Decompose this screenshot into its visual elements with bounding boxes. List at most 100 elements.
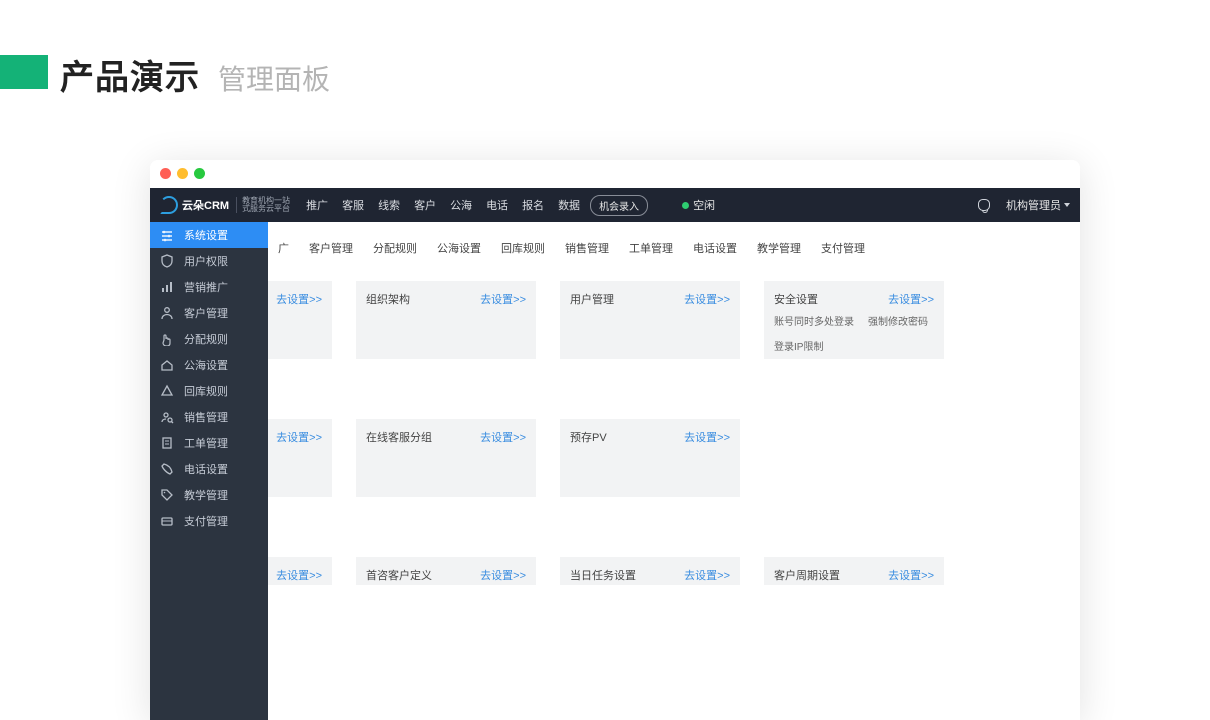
settings-card: 组织架构去设置>> bbox=[356, 281, 536, 359]
settings-card: 安全设置去设置>>账号同时多处登录强制修改密码登录IP限制 bbox=[764, 281, 944, 359]
sidebar-item[interactable]: 客户管理 bbox=[150, 300, 268, 326]
settings-card: 当日任务设置去设置>> bbox=[560, 557, 740, 585]
settings-tab[interactable]: 公海设置 bbox=[427, 234, 491, 262]
status-idle[interactable]: 空闲 bbox=[682, 197, 715, 213]
settings-tab[interactable]: 工单管理 bbox=[619, 234, 683, 262]
bell-icon[interactable] bbox=[978, 199, 990, 211]
record-button[interactable]: 机会录入 bbox=[590, 195, 648, 216]
sidebar-item-label: 客户管理 bbox=[184, 305, 228, 321]
sidebar-item[interactable]: 电话设置 bbox=[150, 456, 268, 482]
go-settings-link[interactable]: 去设置>> bbox=[480, 291, 526, 307]
top-nav: 推广客服线索客户公海电话报名数据 bbox=[306, 197, 580, 213]
sidebar-item-label: 营销推广 bbox=[184, 279, 228, 295]
sidebar-item[interactable]: 分配规则 bbox=[150, 326, 268, 352]
topnav-item[interactable]: 报名 bbox=[522, 197, 544, 213]
topnav-item[interactable]: 数据 bbox=[558, 197, 580, 213]
settings-card: 在线客服分组去设置>> bbox=[356, 419, 536, 497]
topnav-item[interactable]: 线索 bbox=[378, 197, 400, 213]
settings-card: 首咨客户定义去设置>> bbox=[356, 557, 536, 585]
go-settings-link[interactable]: 去设置>> bbox=[276, 567, 322, 583]
sidebar-item-label: 工单管理 bbox=[184, 435, 228, 451]
triangle-icon bbox=[160, 384, 174, 398]
go-settings-link[interactable]: 去设置>> bbox=[888, 291, 934, 307]
topbar: 云朵CRM 教育机构一站 式服务云平台 推广客服线索客户公海电话报名数据 机会录… bbox=[150, 188, 1080, 222]
settings-tab[interactable]: 回库规则 bbox=[491, 234, 555, 262]
sidebar-item[interactable]: 用户权限 bbox=[150, 248, 268, 274]
card-row: 置去设置>> 在线客服分组去设置>> 预存PV去设置>> bbox=[268, 419, 1080, 497]
sidebar-item[interactable]: 回库规则 bbox=[150, 378, 268, 404]
phone-icon bbox=[160, 462, 174, 476]
brand-name: 云朵CRM bbox=[182, 197, 229, 213]
go-settings-link[interactable]: 去设置>> bbox=[684, 291, 730, 307]
sliders-icon bbox=[160, 228, 174, 242]
user-label: 机构管理员 bbox=[1006, 197, 1061, 213]
status-dot-icon bbox=[682, 202, 689, 209]
go-settings-link[interactable]: 去设置>> bbox=[276, 291, 322, 307]
settings-tab[interactable]: 支付管理 bbox=[811, 234, 875, 262]
settings-card: 去设置>> bbox=[268, 281, 332, 359]
status-label: 空闲 bbox=[693, 197, 715, 213]
go-settings-link[interactable]: 去设置>> bbox=[480, 567, 526, 583]
sidebar-item-label: 回库规则 bbox=[184, 383, 228, 399]
doc-icon bbox=[160, 436, 174, 450]
settings-card: 置去设置>> bbox=[268, 419, 332, 497]
go-settings-link[interactable]: 去设置>> bbox=[480, 429, 526, 445]
shield-icon bbox=[160, 254, 174, 268]
card-tag: 强制修改密码 bbox=[868, 313, 928, 328]
settings-card: 用户管理去设置>> bbox=[560, 281, 740, 359]
window-controls bbox=[150, 160, 1080, 188]
sidebar-item[interactable]: 教学管理 bbox=[150, 482, 268, 508]
go-settings-link[interactable]: 去设置>> bbox=[276, 429, 322, 445]
card-icon bbox=[160, 514, 174, 528]
go-settings-link[interactable]: 去设置>> bbox=[684, 567, 730, 583]
search-person-icon bbox=[160, 410, 174, 424]
card-tag: 账号同时多处登录 bbox=[774, 313, 854, 328]
sidebar-item[interactable]: 系统设置 bbox=[150, 222, 268, 248]
settings-tab[interactable]: 电话设置 bbox=[683, 234, 747, 262]
brand-logo[interactable]: 云朵CRM 教育机构一站 式服务云平台 bbox=[160, 196, 290, 214]
settings-tab[interactable]: 销售管理 bbox=[555, 234, 619, 262]
page-subtitle: 管理面板 bbox=[218, 58, 330, 98]
settings-tab[interactable]: 分配规则 bbox=[363, 234, 427, 262]
topnav-item[interactable]: 客服 bbox=[342, 197, 364, 213]
user-menu[interactable]: 机构管理员 bbox=[1006, 197, 1070, 213]
card-row: 去设置>>组织架构去设置>>用户管理去设置>>安全设置去设置>>账号同时多处登录… bbox=[268, 281, 1080, 359]
window-min-dot[interactable] bbox=[177, 168, 188, 179]
sidebar-item-label: 公海设置 bbox=[184, 357, 228, 373]
card-tags: 账号同时多处登录强制修改密码登录IP限制 bbox=[774, 313, 934, 353]
brand-slogan: 教育机构一站 式服务云平台 bbox=[236, 197, 290, 213]
tab-bar: 广客户管理分配规则公海设置回库规则销售管理工单管理电话设置教学管理支付管理 bbox=[268, 222, 1080, 263]
accent-block bbox=[0, 55, 48, 89]
settings-tab[interactable]: 教学管理 bbox=[747, 234, 811, 262]
sidebar-item-label: 分配规则 bbox=[184, 331, 228, 347]
sidebar-item-label: 电话设置 bbox=[184, 461, 228, 477]
sidebar-item[interactable]: 公海设置 bbox=[150, 352, 268, 378]
sidebar-item-label: 支付管理 bbox=[184, 513, 228, 529]
cloud-icon bbox=[160, 196, 178, 214]
sidebar-item-label: 用户权限 bbox=[184, 253, 228, 269]
window-max-dot[interactable] bbox=[194, 168, 205, 179]
settings-tab[interactable]: 客户管理 bbox=[299, 234, 363, 262]
settings-tab[interactable]: 广 bbox=[274, 234, 299, 262]
sidebar-item[interactable]: 营销推广 bbox=[150, 274, 268, 300]
settings-card: 预存PV去设置>> bbox=[560, 419, 740, 497]
topnav-item[interactable]: 推广 bbox=[306, 197, 328, 213]
main-content: 广客户管理分配规则公海设置回库规则销售管理工单管理电话设置教学管理支付管理 去设… bbox=[268, 222, 1080, 720]
topnav-item[interactable]: 公海 bbox=[450, 197, 472, 213]
card-tag: 登录IP限制 bbox=[774, 338, 823, 353]
topnav-item[interactable]: 客户 bbox=[414, 197, 436, 213]
settings-card: 则去设置>> bbox=[268, 557, 332, 585]
window-close-dot[interactable] bbox=[160, 168, 171, 179]
sidebar-item-label: 系统设置 bbox=[184, 227, 228, 243]
sidebar-item[interactable]: 销售管理 bbox=[150, 404, 268, 430]
house-icon bbox=[160, 358, 174, 372]
sidebar-item[interactable]: 工单管理 bbox=[150, 430, 268, 456]
tag-icon bbox=[160, 488, 174, 502]
go-settings-link[interactable]: 去设置>> bbox=[684, 429, 730, 445]
sidebar-item[interactable]: 支付管理 bbox=[150, 508, 268, 534]
topnav-item[interactable]: 电话 bbox=[486, 197, 508, 213]
app-window: 云朵CRM 教育机构一站 式服务云平台 推广客服线索客户公海电话报名数据 机会录… bbox=[150, 160, 1080, 720]
go-settings-link[interactable]: 去设置>> bbox=[888, 567, 934, 583]
settings-card: 客户周期设置去设置>> bbox=[764, 557, 944, 585]
card-row: 则去设置>> 首咨客户定义去设置>> 当日任务设置去设置>> 客户周期设置去设置>> bbox=[268, 557, 1080, 585]
